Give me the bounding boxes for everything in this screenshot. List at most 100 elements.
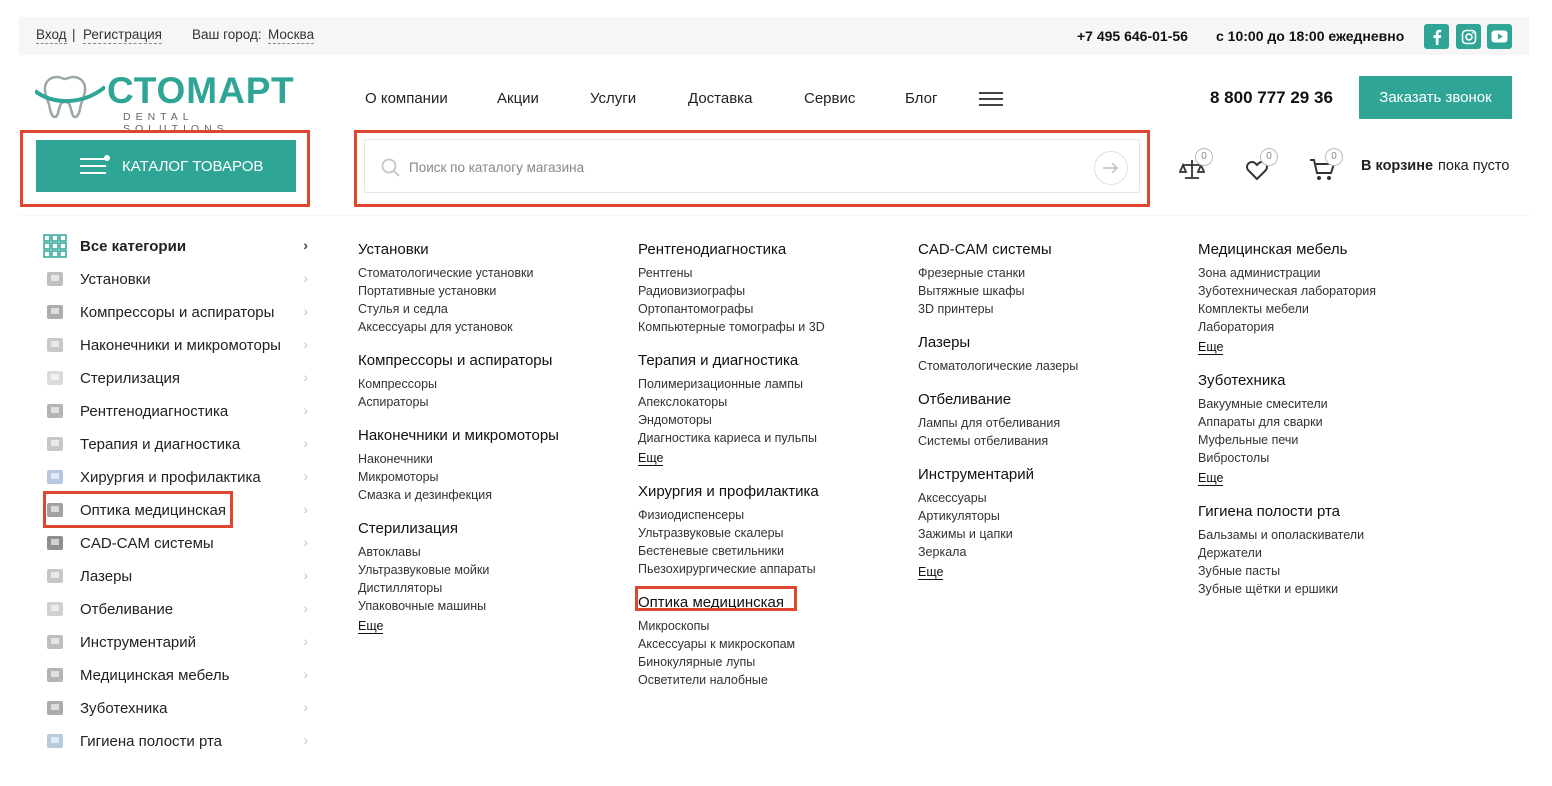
subcategory-link[interactable]: Диагностика кариеса и пульпы xyxy=(638,429,908,447)
subcategory-link[interactable]: Лаборатория xyxy=(1198,318,1498,336)
subcategory-link[interactable]: Аксессуары для установок xyxy=(358,318,628,336)
subcategory-link[interactable]: Бестеневые светильники xyxy=(638,542,908,560)
subcategory-link[interactable]: Компьютерные томографы и 3D xyxy=(638,318,908,336)
subcategory-link[interactable]: Рентгены xyxy=(638,264,908,282)
subcategory-link[interactable]: Комплекты мебели xyxy=(1198,300,1498,318)
subcategory-link[interactable]: Лампы для отбеливания xyxy=(918,414,1188,432)
subcategory-link[interactable]: Зубные пасты xyxy=(1198,562,1498,580)
subcategory-link[interactable]: Аппараты для сварки xyxy=(1198,413,1498,431)
order-call-button[interactable]: Заказать звонок xyxy=(1359,76,1512,119)
favorites-button[interactable]: 0 xyxy=(1244,148,1278,181)
subcategory-link[interactable]: Системы отбеливания xyxy=(918,432,1188,450)
sidebar-item[interactable]: Лазеры › xyxy=(43,564,308,588)
search-input[interactable] xyxy=(409,156,1069,178)
sidebar-item[interactable]: Установки › xyxy=(43,267,308,291)
sidebar-item[interactable]: Медицинская мебель › xyxy=(43,663,308,687)
subcategory-title[interactable]: Лазеры xyxy=(918,334,1188,352)
catalog-button[interactable]: КАТАЛОГ ТОВАРОВ xyxy=(36,140,296,192)
nav-blog[interactable]: Блог xyxy=(905,90,937,107)
sidebar-item[interactable]: Хирургия и профилактика › xyxy=(43,465,308,489)
city-select[interactable]: Москва xyxy=(268,27,315,44)
youtube-icon[interactable] xyxy=(1487,24,1512,49)
login-link[interactable]: Вход xyxy=(36,27,67,44)
nav-service[interactable]: Сервис xyxy=(804,90,855,107)
sidebar-item[interactable]: Оптика медицинская › xyxy=(43,498,308,522)
subcategory-title[interactable]: Оптика медицинская xyxy=(638,594,908,612)
more-link[interactable]: Еще xyxy=(1198,471,1224,486)
subcategory-link[interactable]: Дистилляторы xyxy=(358,579,628,597)
cart-summary[interactable]: В корзине пока пусто xyxy=(1361,158,1509,174)
subcategory-link[interactable]: Держатели xyxy=(1198,544,1498,562)
subcategory-title[interactable]: Наконечники и микромоторы xyxy=(358,427,628,445)
subcategory-link[interactable]: Эндомоторы xyxy=(638,411,908,429)
subcategory-link[interactable]: Вакуумные смесители xyxy=(1198,395,1498,413)
facebook-icon[interactable] xyxy=(1424,24,1449,49)
sidebar-item[interactable]: Гигиена полости рта › xyxy=(43,729,308,753)
cart-button[interactable]: 0 xyxy=(1309,148,1343,181)
subcategory-link[interactable]: Вибростолы xyxy=(1198,449,1498,467)
subcategory-link[interactable]: Компрессоры xyxy=(358,375,628,393)
more-link[interactable]: Еще xyxy=(1198,340,1224,355)
sidebar-item[interactable]: Терапия и диагностика › xyxy=(43,432,308,456)
subcategory-link[interactable]: Осветители налобные xyxy=(638,671,908,689)
subcategory-title[interactable]: Гигиена полости рта xyxy=(1198,503,1498,521)
subcategory-link[interactable]: Зеркала xyxy=(918,543,1188,561)
compare-button[interactable]: 0 xyxy=(1179,148,1213,181)
subcategory-title[interactable]: Хирургия и профилактика xyxy=(638,483,908,501)
subcategory-title[interactable]: Зуботехника xyxy=(1198,372,1498,390)
nav-more-menu-icon[interactable] xyxy=(979,92,1003,106)
subcategory-link[interactable]: Микроскопы xyxy=(638,617,908,635)
sidebar-item[interactable]: Рентгенодиагностика › xyxy=(43,399,308,423)
nav-promotions[interactable]: Акции xyxy=(497,90,539,107)
subcategory-title[interactable]: Стерилизация xyxy=(358,520,628,538)
nav-delivery[interactable]: Доставка xyxy=(688,90,752,107)
subcategory-title[interactable]: Медицинская мебель xyxy=(1198,241,1498,259)
subcategory-link[interactable]: Фрезерные станки xyxy=(918,264,1188,282)
subcategory-link[interactable]: Аксессуары xyxy=(918,489,1188,507)
more-link[interactable]: Еще xyxy=(918,565,944,580)
subcategory-link[interactable]: Бальзамы и ополаскиватели xyxy=(1198,526,1498,544)
site-logo[interactable]: СТОМАРТ DENTAL SOLUTIONS xyxy=(35,71,295,135)
top-phone[interactable]: +7 495 646-01-56 xyxy=(1077,28,1188,44)
subcategory-link[interactable]: Пьезохирургические аппараты xyxy=(638,560,908,578)
nav-about[interactable]: О компании xyxy=(365,90,448,107)
subcategory-link[interactable]: Смазка и дезинфекция xyxy=(358,486,628,504)
sidebar-item[interactable]: Наконечники и микромоторы › xyxy=(43,333,308,357)
subcategory-link[interactable]: Вытяжные шкафы xyxy=(918,282,1188,300)
nav-services[interactable]: Услуги xyxy=(590,90,636,107)
sidebar-item[interactable]: Все категории › xyxy=(43,234,308,258)
sidebar-item[interactable]: Инструментарий › xyxy=(43,630,308,654)
subcategory-link[interactable]: Зуботехническая лаборатория xyxy=(1198,282,1498,300)
subcategory-link[interactable]: Упаковочные машины xyxy=(358,597,628,615)
subcategory-title[interactable]: Отбеливание xyxy=(918,391,1188,409)
instagram-icon[interactable] xyxy=(1456,24,1481,49)
subcategory-link[interactable]: Ультразвуковые мойки xyxy=(358,561,628,579)
sidebar-item[interactable]: Зуботехника › xyxy=(43,696,308,720)
subcategory-link[interactable]: Полимеризационные лампы xyxy=(638,375,908,393)
subcategory-link[interactable]: Зажимы и цапки xyxy=(918,525,1188,543)
sidebar-item[interactable]: CAD-CAM системы › xyxy=(43,531,308,555)
subcategory-title[interactable]: Установки xyxy=(358,241,628,259)
more-link[interactable]: Еще xyxy=(638,451,664,466)
subcategory-title[interactable]: Терапия и диагностика xyxy=(638,352,908,370)
subcategory-link[interactable]: Стоматологические установки xyxy=(358,264,628,282)
subcategory-link[interactable]: Муфельные печи xyxy=(1198,431,1498,449)
subcategory-link[interactable]: Портативные установки xyxy=(358,282,628,300)
more-link[interactable]: Еще xyxy=(358,619,384,634)
subcategory-link[interactable]: Наконечники xyxy=(358,450,628,468)
subcategory-title[interactable]: Рентгенодиагностика xyxy=(638,241,908,259)
subcategory-title[interactable]: Компрессоры и аспираторы xyxy=(358,352,628,370)
register-link[interactable]: Регистрация xyxy=(83,27,162,44)
sidebar-item[interactable]: Стерилизация › xyxy=(43,366,308,390)
header-phone[interactable]: 8 800 777 29 36 xyxy=(1210,88,1333,108)
subcategory-link[interactable]: Стоматологические лазеры xyxy=(918,357,1188,375)
subcategory-link[interactable]: Аспираторы xyxy=(358,393,628,411)
subcategory-title[interactable]: CAD-CAM системы xyxy=(918,241,1188,259)
subcategory-link[interactable]: Ультразвуковые скалеры xyxy=(638,524,908,542)
subcategory-link[interactable]: 3D принтеры xyxy=(918,300,1188,318)
subcategory-link[interactable]: Автоклавы xyxy=(358,543,628,561)
subcategory-link[interactable]: Физиодиспенсеры xyxy=(638,506,908,524)
sidebar-item[interactable]: Отбеливание › xyxy=(43,597,308,621)
subcategory-link[interactable]: Зубные щётки и ершики xyxy=(1198,580,1498,598)
subcategory-link[interactable]: Артикуляторы xyxy=(918,507,1188,525)
